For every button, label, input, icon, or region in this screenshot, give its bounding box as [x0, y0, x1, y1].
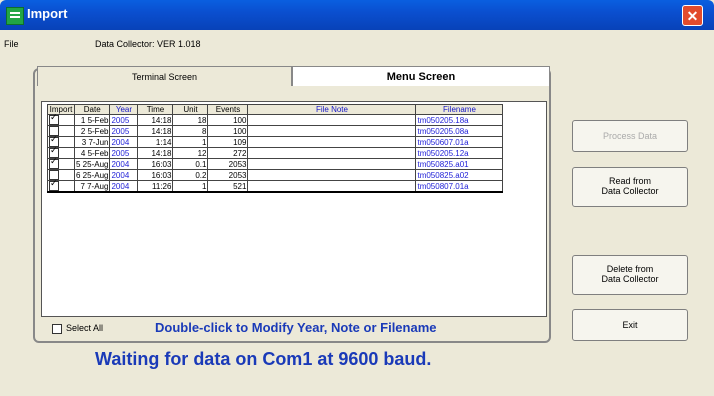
cell-time[interactable]: 11:26	[137, 180, 174, 193]
cell-time[interactable]: 16:03	[137, 158, 174, 170]
cell-time[interactable]: 14:18	[137, 114, 174, 126]
cell-file-note[interactable]	[247, 180, 417, 193]
row-import-checkbox[interactable]	[49, 157, 59, 169]
cell-filename[interactable]: tm050205.12a	[415, 147, 504, 159]
cell-date[interactable]: 6 25-Aug	[73, 169, 111, 181]
column-header-time[interactable]: Time	[137, 104, 174, 115]
row-import-checkbox[interactable]	[49, 113, 59, 125]
cell-year[interactable]: 2004	[109, 136, 139, 148]
table-row[interactable]: 1 5-Feb200514:1818100 tm050205.18a	[47, 113, 504, 126]
cell-filename[interactable]: tm050825.a01	[415, 158, 504, 170]
window-title: Import	[27, 6, 68, 21]
status-message: Waiting for data on Com1 at 9600 baud.	[95, 349, 432, 369]
cell-file-note[interactable]	[247, 147, 417, 159]
cell-file-note[interactable]	[247, 114, 417, 126]
cell-date[interactable]: 2 5-Feb	[73, 125, 111, 137]
cell-date[interactable]: 4 5-Feb	[73, 147, 111, 159]
delete-button-line1: Delete from	[606, 264, 654, 274]
select-all-label: Select All	[66, 323, 104, 333]
table-row[interactable]: 6 25-Aug 2004 16:03 0.2 2053 tm050825.a02	[47, 169, 504, 181]
menu-file[interactable]: File	[4, 39, 19, 49]
read-button-line1: Read from	[608, 176, 652, 186]
cell-unit[interactable]: 1	[172, 180, 209, 193]
cell-year[interactable]: 2004	[109, 180, 139, 193]
cell-time[interactable]: 16:03	[137, 169, 174, 181]
cell-unit[interactable]: 18	[172, 114, 209, 126]
row-import-checkbox[interactable]	[49, 179, 59, 191]
cell-time[interactable]: 14:18	[137, 125, 174, 137]
read-button-line2: Data Collector	[601, 186, 659, 196]
cell-events[interactable]: 521	[207, 180, 249, 193]
exit-button[interactable]: Exit	[572, 309, 688, 341]
cell-filename[interactable]: tm050205.18a	[415, 114, 504, 126]
table-row[interactable]: 7 7-Aug200411:261521 tm050807.01a	[47, 179, 504, 193]
title-bar: Import ✕	[0, 0, 714, 30]
collector-version-label: Data Collector: VER 1.018	[95, 39, 201, 49]
cell-date[interactable]: 1 5-Feb	[73, 114, 111, 126]
table-row[interactable]: 5 25-Aug200416:030.12053 tm050825.a01	[47, 157, 504, 170]
cell-year[interactable]: 2005	[109, 114, 139, 126]
import-table: Import Date Year Time Unit Events File N…	[47, 104, 504, 193]
cell-year[interactable]: 2005	[109, 147, 139, 159]
tab-menu-screen[interactable]: Menu Screen	[292, 66, 550, 86]
cell-year[interactable]: 2004	[109, 169, 139, 181]
cell-events[interactable]: 109	[207, 136, 249, 148]
cell-events[interactable]: 100	[207, 125, 249, 137]
cell-unit[interactable]: 8	[172, 125, 209, 137]
column-header-file-note[interactable]: File Note	[247, 104, 417, 115]
cell-filename[interactable]: tm050205.08a	[415, 125, 504, 137]
table-body: 1 5-Feb200514:1818100tm050205.18a2 5-Feb…	[47, 113, 504, 193]
cell-file-note[interactable]	[247, 169, 417, 181]
cell-file-note[interactable]	[247, 158, 417, 170]
exit-label: Exit	[622, 320, 638, 330]
import-table-container[interactable]: Import Date Year Time Unit Events File N…	[41, 101, 547, 317]
select-all[interactable]: Select All	[52, 323, 103, 334]
cell-unit[interactable]: 0.2	[172, 169, 209, 181]
cell-unit[interactable]: 12	[172, 147, 209, 159]
process-data-button[interactable]: Process Data	[572, 120, 688, 152]
cell-year[interactable]: 2005	[109, 125, 139, 137]
cell-events[interactable]: 272	[207, 147, 249, 159]
cell-import[interactable]	[47, 113, 75, 126]
cell-import[interactable]	[47, 157, 75, 170]
cell-unit[interactable]: 1	[172, 136, 209, 148]
cell-unit[interactable]: 0.1	[172, 158, 209, 170]
delete-from-collector-button[interactable]: Delete from Data Collector	[572, 255, 688, 295]
read-from-collector-button[interactable]: Read from Data Collector	[572, 167, 688, 207]
column-header-events[interactable]: Events	[207, 104, 249, 115]
select-all-checkbox[interactable]	[52, 323, 62, 334]
column-header-unit[interactable]: Unit	[172, 104, 209, 115]
app-icon	[6, 7, 24, 25]
cell-events[interactable]: 2053	[207, 158, 249, 170]
column-header-filename[interactable]: Filename	[415, 104, 504, 115]
menu-bar: File Data Collector: VER 1.018	[0, 38, 714, 52]
cell-year[interactable]: 2004	[109, 158, 139, 170]
table-row[interactable]: 2 5-Feb 2005 14:18 8 100 tm050205.08a	[47, 125, 504, 137]
delete-button-line2: Data Collector	[601, 274, 659, 284]
cell-date[interactable]: 3 7-Jun	[73, 136, 111, 148]
process-data-label: Process Data	[602, 131, 658, 141]
cell-file-note[interactable]	[247, 125, 417, 137]
cell-date[interactable]: 7 7-Aug	[73, 180, 111, 193]
cell-date[interactable]: 5 25-Aug	[73, 158, 111, 170]
column-header-date[interactable]: Date	[73, 104, 111, 115]
cell-import[interactable]	[47, 179, 75, 193]
cell-time[interactable]: 1:14	[137, 136, 174, 148]
table-row[interactable]: 4 5-Feb200514:1812272 tm050205.12a	[47, 146, 504, 159]
table-row[interactable]: 3 7-Jun20041:141109 tm050607.01a	[47, 135, 504, 148]
cell-events[interactable]: 2053	[207, 169, 249, 181]
cell-file-note[interactable]	[247, 136, 417, 148]
column-header-year[interactable]: Year	[109, 104, 139, 115]
cell-filename[interactable]: tm050825.a02	[415, 169, 504, 181]
tab-terminal-screen[interactable]: Terminal Screen	[37, 66, 292, 86]
close-button[interactable]: ✕	[682, 5, 703, 26]
cell-events[interactable]: 100	[207, 114, 249, 126]
cell-filename[interactable]: tm050807.01a	[415, 180, 504, 193]
cell-time[interactable]: 14:18	[137, 147, 174, 159]
cell-filename[interactable]: tm050607.01a	[415, 136, 504, 148]
hint-text: Double-click to Modify Year, Note or Fil…	[155, 320, 437, 335]
